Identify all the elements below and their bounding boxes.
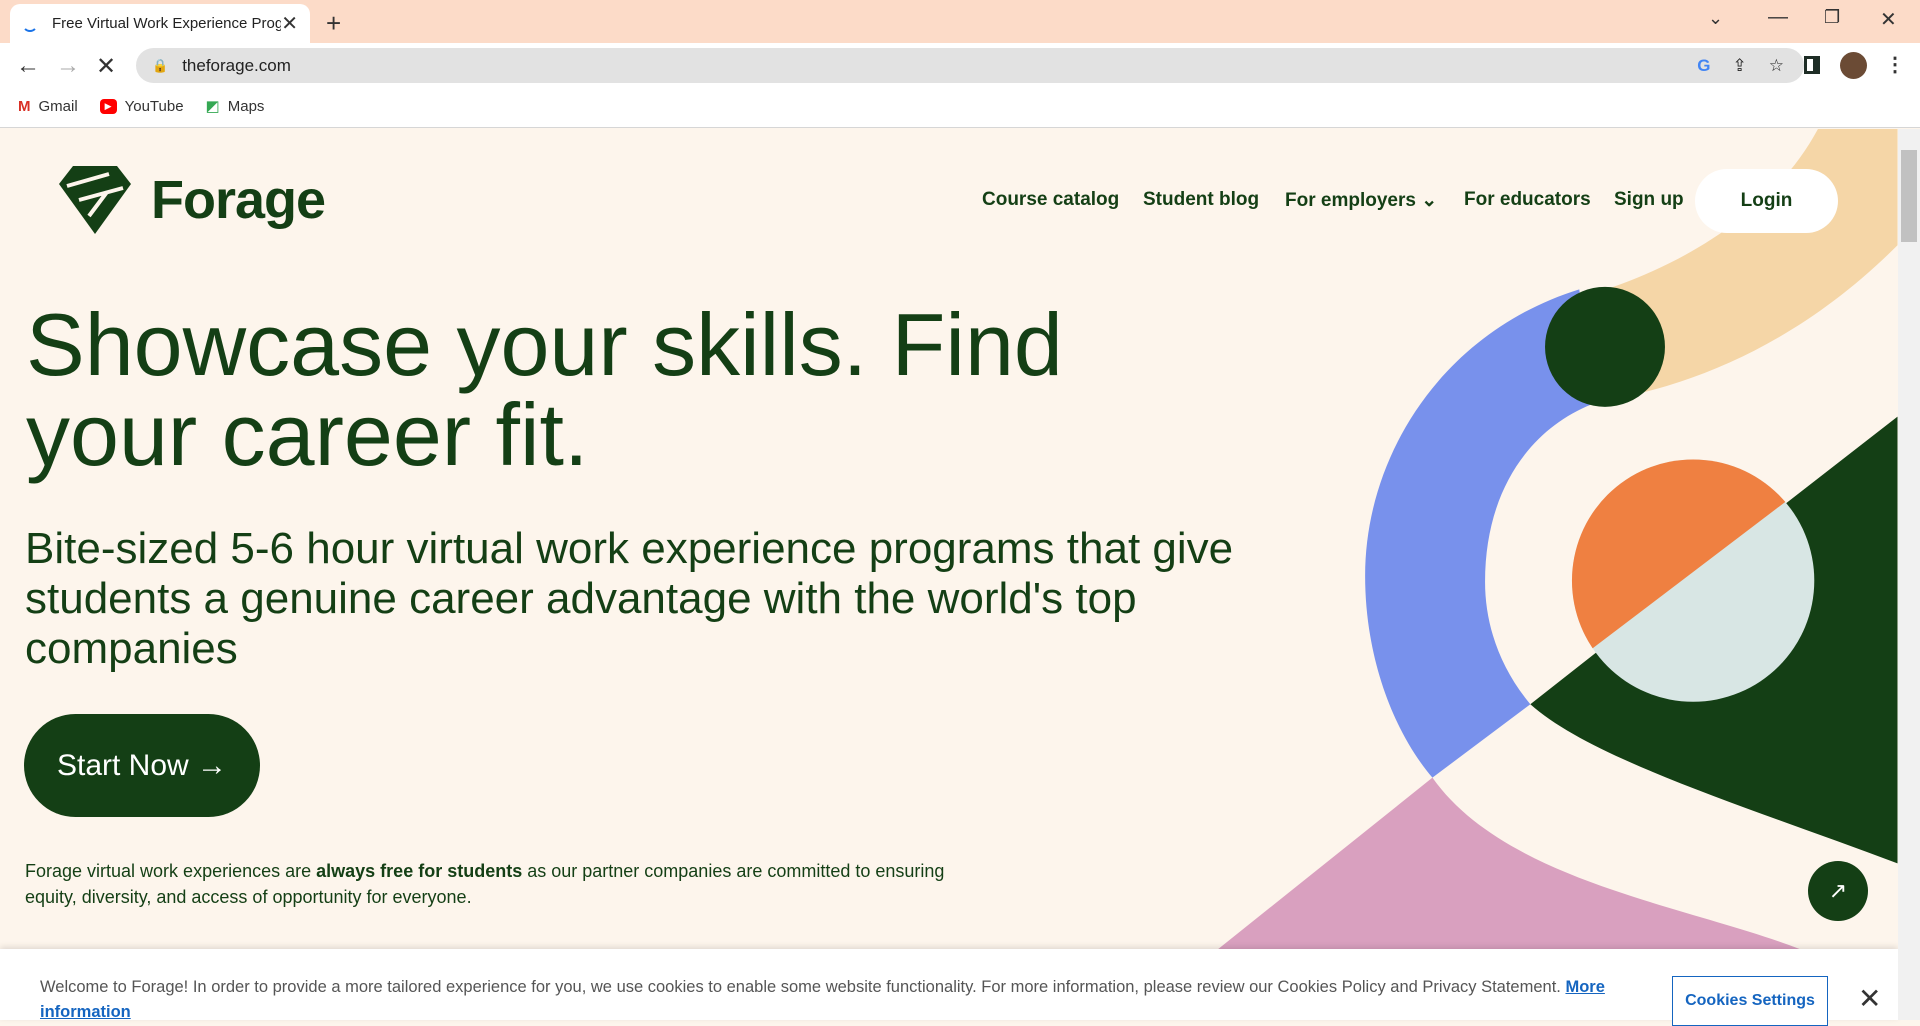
- bookmark-label: Maps: [227, 97, 265, 115]
- side-panel-icon[interactable]: [1804, 56, 1820, 74]
- tab-title: Free Virtual Work Experience Programs: [52, 15, 282, 32]
- youtube-icon: ▶: [99, 98, 117, 114]
- cookie-text: Welcome to Forage! In order to provide a…: [40, 975, 1630, 1025]
- close-window-icon[interactable]: ✕: [1880, 7, 1897, 32]
- avatar[interactable]: [1840, 52, 1867, 79]
- share-icon: ↗: [1828, 878, 1848, 903]
- free-note: Forage virtual work experiences are alwa…: [25, 858, 965, 910]
- tab-search-icon[interactable]: ⌄: [1708, 8, 1723, 29]
- bookmark-gmail[interactable]: M Gmail: [18, 98, 78, 115]
- note-bold: always free for students: [316, 861, 523, 881]
- nav-sign-up[interactable]: Sign up: [1614, 189, 1684, 211]
- close-tab-icon[interactable]: ✕: [281, 11, 298, 36]
- forage-logo[interactable]: Forage: [59, 166, 326, 234]
- nav-course-catalog[interactable]: Course catalog: [982, 189, 1119, 211]
- nav-for-educators[interactable]: For educators: [1464, 189, 1591, 211]
- nav-for-employers[interactable]: For employers ⌄: [1285, 189, 1437, 212]
- note-text: Forage virtual work experiences are: [25, 861, 317, 881]
- hero-headline: Showcase your skills. Find your career f…: [26, 295, 1063, 484]
- share-page-icon[interactable]: ⇪: [1733, 56, 1747, 76]
- menu-icon[interactable]: ⋮: [1885, 52, 1905, 77]
- minimize-icon[interactable]: —: [1768, 6, 1788, 29]
- back-icon[interactable]: ←: [16, 52, 40, 80]
- loading-icon: [22, 16, 38, 32]
- browser-tab[interactable]: Free Virtual Work Experience Programs ✕: [10, 4, 310, 43]
- login-button[interactable]: Login: [1695, 169, 1838, 233]
- nav-label: For employers: [1285, 190, 1416, 211]
- new-tab-icon[interactable]: +: [326, 8, 341, 39]
- start-now-button[interactable]: Start Now →: [24, 714, 260, 817]
- pink-shape: [1218, 777, 1800, 949]
- bookmark-maps[interactable]: ◩ Maps: [205, 97, 265, 116]
- bookmark-star-icon[interactable]: ☆: [1769, 56, 1784, 76]
- forage-logo-icon: [59, 166, 131, 234]
- hero-subtitle: Bite-sized 5-6 hour virtual work experie…: [25, 524, 1234, 673]
- stop-loading-icon[interactable]: ✕: [96, 52, 116, 81]
- gmail-icon: M: [18, 97, 31, 115]
- bookmark-label: YouTube: [124, 97, 184, 115]
- lock-icon: 🔒: [152, 57, 169, 73]
- dark-circle: [1545, 286, 1665, 407]
- cookie-message: Welcome to Forage! In order to provide a…: [40, 978, 1566, 996]
- logo-text: Forage: [151, 170, 326, 230]
- nav-student-blog[interactable]: Student blog: [1143, 189, 1259, 211]
- bookmark-label: Gmail: [38, 97, 78, 115]
- google-icon[interactable]: G: [1697, 56, 1710, 76]
- forward-icon[interactable]: →: [56, 52, 80, 80]
- address-bar[interactable]: 🔒 theforage.com G ⇪ ☆: [136, 48, 1804, 83]
- maps-icon: ◩: [205, 98, 220, 115]
- scrollbar[interactable]: [1898, 129, 1920, 1020]
- scrollbar-thumb[interactable]: [1901, 150, 1917, 242]
- chevron-down-icon: ⌄: [1421, 190, 1438, 211]
- bookmarks-bar: M Gmail ▶ YouTube ◩ Maps: [0, 85, 1920, 128]
- bookmark-youtube[interactable]: ▶ YouTube: [99, 97, 184, 115]
- restore-icon[interactable]: ❐: [1824, 7, 1840, 28]
- share-button[interactable]: ↗: [1808, 861, 1868, 921]
- cookies-settings-button[interactable]: Cookies Settings: [1672, 976, 1828, 1026]
- close-cookie-icon[interactable]: ✕: [1858, 982, 1881, 1015]
- url-text: theforage.com: [182, 55, 291, 75]
